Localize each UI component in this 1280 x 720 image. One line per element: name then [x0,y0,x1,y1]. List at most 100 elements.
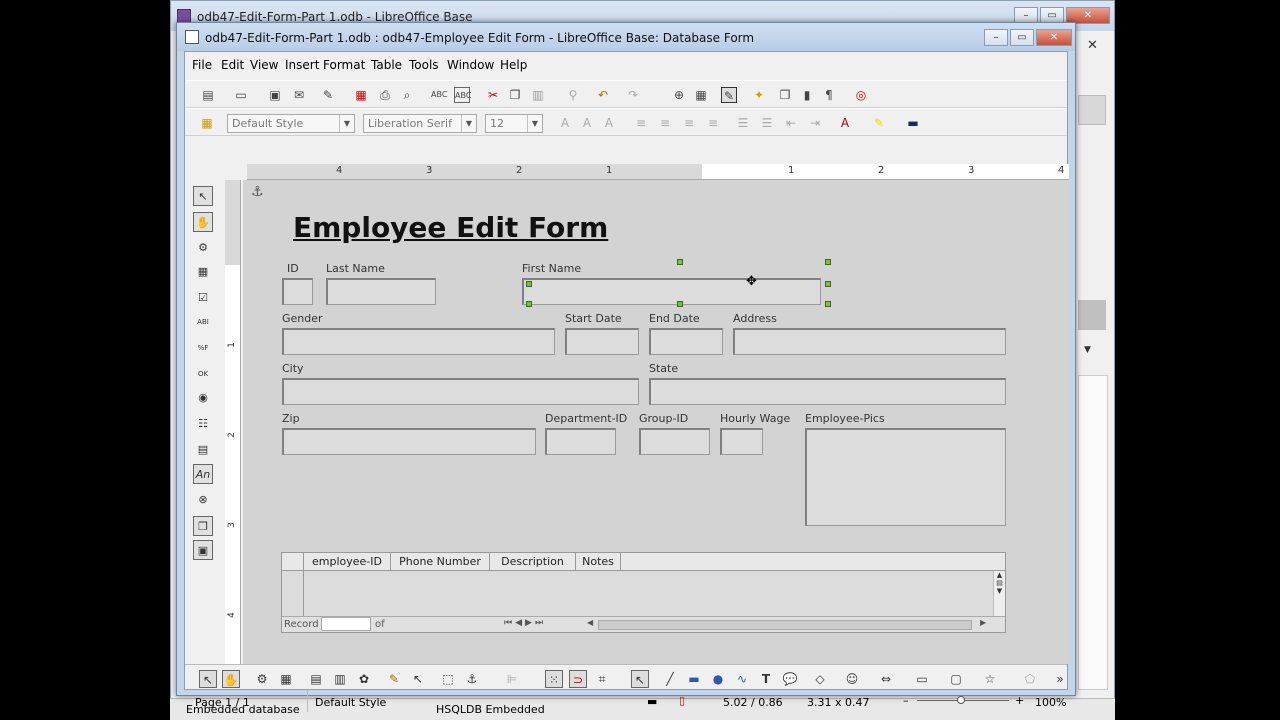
ellipse-icon[interactable]: ● [709,670,727,688]
decrease-indent-icon[interactable]: ⇤ [783,115,799,131]
label-state[interactable]: State [649,362,678,375]
menu-table[interactable]: Table [371,58,402,72]
draw-select-icon[interactable]: ↖ [631,670,649,688]
form-design-icon[interactable]: ❐ [193,516,213,536]
hourly-wage-field[interactable] [720,428,763,455]
align-right-icon[interactable]: ≡ [681,115,697,131]
print-icon[interactable]: ⎙ [377,87,393,103]
control-icon[interactable]: ⚙ [253,670,271,688]
align-left-icon[interactable]: ≡ [633,115,649,131]
background-color-icon[interactable]: ▬ [905,115,921,131]
checkbox-icon[interactable]: ☑ [193,288,213,308]
redo-icon[interactable]: ↷ [625,87,641,103]
align-center-icon[interactable]: ≡ [657,115,673,131]
grid-horizontal-scrollbar[interactable] [598,620,972,630]
basic-shapes-icon[interactable]: ◇ [811,670,829,688]
menu-window[interactable]: Window [447,58,494,72]
address-field[interactable] [733,328,1006,355]
label-end-date[interactable]: End Date [649,312,700,325]
select-arrow-icon[interactable]: ↖ [199,670,217,688]
chevron-down-icon[interactable]: ▼ [1084,345,1091,355]
selection-handle[interactable] [825,281,831,287]
design-mode-icon[interactable]: ✎ [721,87,737,103]
menu-edit[interactable]: Edit [221,58,244,72]
more-tools-icon[interactable]: » [1051,670,1069,688]
underline-icon[interactable]: A [601,115,617,131]
text-icon[interactable]: T [757,670,775,688]
hyperlink-icon[interactable]: ⊕ [671,87,687,103]
gallery-icon[interactable]: ❐ [777,87,793,103]
italic-icon[interactable]: A [579,115,595,131]
id-field[interactable] [282,278,313,305]
font-size-select[interactable]: 12 ▼ [485,114,543,133]
chevron-down-icon[interactable]: ▼ [461,115,476,132]
curve-icon[interactable]: ∿ [733,670,751,688]
open-design-mode-icon[interactable]: ✎ [385,670,403,688]
helplines-icon[interactable]: ⌗ [593,670,611,688]
grid-column-notes[interactable]: Notes [576,553,621,571]
clone-format-icon[interactable]: ⚲ [565,87,581,103]
stars-icon[interactable]: ☆ [981,670,999,688]
callout-icon[interactable]: 💬 [781,670,799,688]
label-address[interactable]: Address [733,312,777,325]
label-group-id[interactable]: Group-ID [639,412,688,425]
vertical-ruler[interactable]: 1 2 3 4 [225,180,241,664]
label-employee-pics[interactable]: Employee-Pics [805,412,885,425]
push-button-icon[interactable]: OK [193,364,213,384]
bullets-icon[interactable]: ☰ [759,115,775,131]
grid-row-selector[interactable] [282,571,304,617]
menu-insert[interactable]: Insert [285,58,319,72]
document-area[interactable]: ⚓ Employee Edit Form ID Last Name First … [243,180,1069,664]
data-sources-icon[interactable]: ▮ [799,87,815,103]
maximize-button[interactable]: ▭ [1010,29,1034,46]
paste-icon[interactable]: ▥ [530,87,546,103]
help-icon[interactable]: ◎ [853,87,869,103]
scroll-right-icon[interactable]: ▶ [980,618,986,627]
status-style[interactable]: Default Style [315,696,386,709]
autospell-icon[interactable]: ABC [454,87,471,103]
design-mode-toggle-icon[interactable]: ✋ [193,212,213,232]
activation-order-icon[interactable]: ▤ [307,670,325,688]
zoom-slider-knob[interactable] [957,696,965,704]
select-icon[interactable]: ↖ [193,186,213,206]
phone-table-grid[interactable]: employee-ID Phone Number Description Not… [281,552,1006,633]
grid-vertical-scrollbar[interactable]: ▲ ▤ ▼ [993,571,1005,617]
label-city[interactable]: City [282,362,304,375]
font-name-select[interactable]: Liberation Serif ▼ [363,114,477,133]
font-color-icon[interactable]: A [837,115,853,131]
menu-view[interactable]: View [250,58,278,72]
label-field-icon[interactable]: An [193,464,213,484]
undo-icon[interactable]: ↶ [595,87,611,103]
save-icon[interactable]: ▣ [267,87,283,103]
end-date-field[interactable] [649,328,723,355]
increase-indent-icon[interactable]: ⇥ [807,115,823,131]
record-number-input[interactable] [321,617,371,631]
rectangle-icon[interactable]: ▬ [685,670,703,688]
flowchart-icon[interactable]: ▭ [913,670,931,688]
styles-icon[interactable]: ▦ [199,115,215,131]
more-controls-icon[interactable]: ⊗ [193,490,213,510]
label-id[interactable]: ID [287,262,299,275]
back-panel-close-icon[interactable]: ✕ [1087,38,1098,53]
group-id-field[interactable] [639,428,710,455]
selection-handle[interactable] [526,281,532,287]
first-name-field[interactable] [522,278,821,305]
form-navigator-icon[interactable]: ✿ [355,670,373,688]
option-button-icon[interactable]: ◉ [193,388,213,408]
selection-handle[interactable] [825,259,831,265]
close-button[interactable]: ✕ [1036,29,1072,46]
start-date-field[interactable] [565,328,639,355]
form-window-titlebar[interactable]: odb47-Edit-Form-Part 1.odb : odb47-Emplo… [177,23,1075,51]
record-nav-buttons[interactable]: ⏮◀▶⏭ [504,618,546,628]
add-field-icon[interactable]: ▥ [331,670,349,688]
zoom-in-icon[interactable]: + [1015,694,1024,707]
form-icon[interactable]: ▦ [277,670,295,688]
last-name-field[interactable] [326,278,436,305]
cut-icon[interactable]: ✂ [485,87,501,103]
department-id-field[interactable] [545,428,616,455]
alignment-icon[interactable]: ⊫ [503,670,521,688]
minimize-button[interactable]: – [984,29,1008,46]
design-mode-icon[interactable]: ✋ [222,670,240,688]
email-icon[interactable]: ✉ [291,87,307,103]
print-preview-icon[interactable]: ⌕ [399,87,415,103]
